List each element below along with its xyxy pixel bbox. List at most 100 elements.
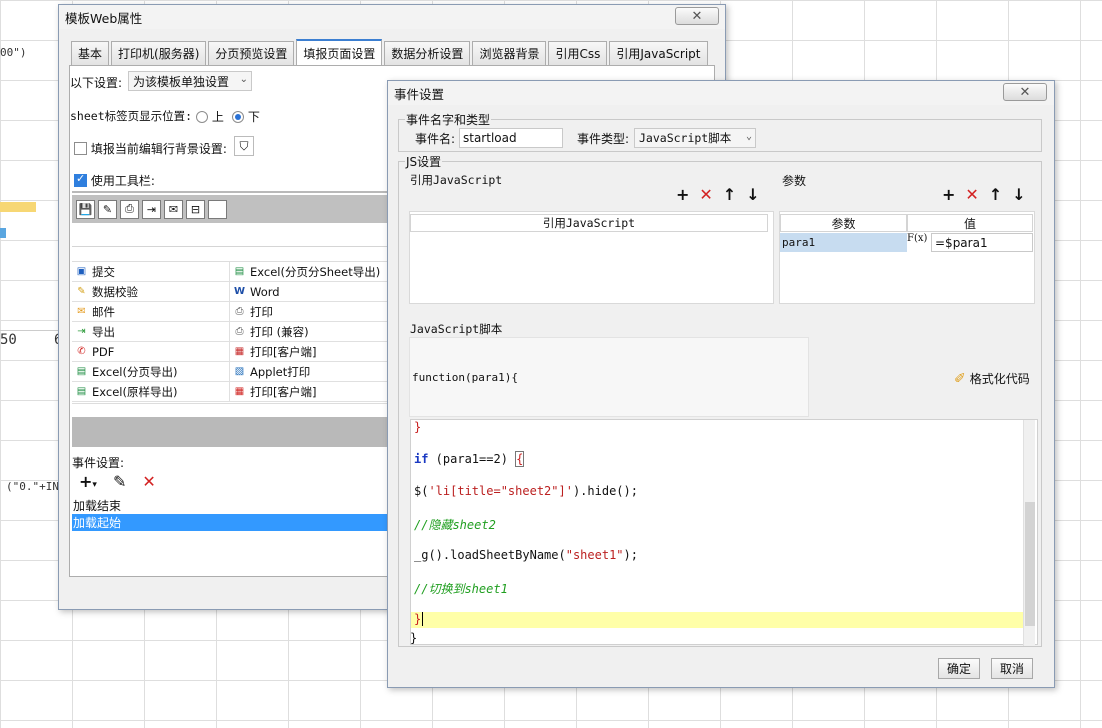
ref-js-header: 引用JavaScript	[410, 214, 768, 232]
tab-data-analysis[interactable]: 数据分析设置	[384, 41, 471, 65]
close-button[interactable]: ✕	[675, 7, 719, 25]
word-icon: W	[233, 286, 246, 297]
btn-applet-print[interactable]: ▧ Applet打印	[230, 362, 388, 381]
bg-cell-text: ("0."+IND	[6, 480, 66, 493]
add-icon[interactable]: +	[676, 187, 689, 203]
btn-excel-sheet[interactable]: ▤ Excel(分页分Sheet导出)	[230, 262, 388, 281]
event-toolbar: +▾ ✎ ✕	[79, 472, 156, 491]
radio-circle	[232, 111, 244, 123]
ok-button[interactable]: 确定	[938, 658, 980, 679]
chevron-down-icon: ⌄	[745, 131, 752, 142]
print-icon[interactable]: ⎙	[120, 199, 139, 219]
tab-basic[interactable]: 基本	[71, 41, 110, 65]
bg-chart-bar	[0, 228, 6, 238]
btn-pdf[interactable]: ✆ PDF	[72, 342, 230, 361]
bg-chart-bar	[0, 202, 36, 212]
btn-excel-original[interactable]: ▤ Excel(原样导出)	[72, 382, 230, 401]
code-line: //隐藏sheet2	[414, 518, 496, 532]
tab-ref-css[interactable]: 引用Css	[548, 41, 608, 65]
edit-icon[interactable]: ✎	[113, 472, 126, 491]
tab-page-preview[interactable]: 分页预览设置	[208, 41, 295, 65]
ref-js-label: 引用JavaScript	[410, 173, 503, 187]
event-type-value: JavaScript脚本	[639, 131, 732, 145]
radio-top[interactable]: 上	[196, 108, 224, 125]
tab-ref-js[interactable]: 引用JavaScript	[609, 41, 708, 65]
settings-select[interactable]: 为该模板单独设置 ⌄	[128, 71, 252, 91]
arrow-down-icon[interactable]: ↓	[746, 187, 759, 203]
event-type-select[interactable]: JavaScript脚本 ⌄	[634, 128, 756, 148]
export-icon[interactable]: ⇥	[142, 199, 161, 219]
event-type-label: 事件类型:	[577, 132, 630, 146]
radio-bottom[interactable]: 下	[232, 108, 260, 125]
btn-submit[interactable]: ▣ 提交	[72, 262, 230, 281]
btn-export[interactable]: ⇥ 导出	[72, 322, 230, 341]
pdf-print-icon: ▦	[234, 386, 245, 397]
use-toolbar-row[interactable]: 使用工具栏:	[74, 172, 155, 189]
arrow-down-icon[interactable]: ↓	[1012, 187, 1025, 203]
save-icon[interactable]: 💾	[76, 199, 95, 219]
arrow-up-icon[interactable]: ↑	[989, 187, 1002, 203]
event-name-value: startload	[463, 131, 517, 145]
paint-bucket-icon[interactable]: ⛉	[234, 136, 254, 156]
settings-label: 以下设置:	[70, 76, 123, 90]
btn-label: Excel(分页分Sheet导出)	[250, 264, 381, 279]
format-code-button[interactable]: ✐ 格式化代码	[954, 370, 1030, 387]
toolbar-button-row: ▤ Excel(分页导出) ▧ Applet打印	[72, 362, 388, 382]
scrollbar-thumb[interactable]	[1025, 502, 1035, 626]
tab-browser-bg[interactable]: 浏览器背景	[472, 41, 547, 65]
event-item-selected[interactable]: 加载起始	[72, 514, 388, 531]
delete-icon[interactable]: ✕	[699, 187, 712, 203]
btn-label: 打印	[250, 304, 273, 319]
radio-bottom-label: 下	[247, 110, 260, 124]
btn-print-compat[interactable]: ⎙ 打印 (兼容)	[230, 322, 388, 341]
btn-label: 导出	[92, 324, 115, 339]
formula-icon[interactable]: F(x)	[907, 233, 931, 252]
toolbar-blank-row	[72, 225, 388, 247]
btn-mail[interactable]: ✉ 邮件	[72, 302, 230, 321]
btn-word[interactable]: W Word	[230, 282, 388, 301]
params-actions: + ✕ ↑ ↓	[942, 187, 1026, 203]
toolbar-footer-band	[72, 417, 388, 447]
toolbar-button-row: ✆ PDF ▦ 打印[客户端]	[72, 342, 388, 362]
btn-print[interactable]: ⎙ 打印	[230, 302, 388, 321]
arrow-up-icon[interactable]: ↑	[723, 187, 736, 203]
btn-pdf-print-client[interactable]: ▦ 打印[客户端]	[230, 382, 388, 401]
delete-icon[interactable]: ✕	[965, 187, 978, 203]
btn-print-client[interactable]: ▦ 打印[客户端]	[230, 342, 388, 361]
row-bg-checkbox-row[interactable]: 填报当前编辑行背景设置:	[74, 140, 227, 157]
param-name-cell[interactable]: para1	[780, 233, 907, 252]
pencil-icon: ✎	[77, 286, 86, 297]
sheet-position-label: sheet标签页显示位置:	[70, 109, 193, 123]
validate-icon[interactable]: ✎	[98, 199, 117, 219]
blank-icon[interactable]	[208, 199, 227, 219]
close-button[interactable]: ✕	[1003, 83, 1047, 101]
code-editor[interactable]: } if (para1==2) { $('li[title="sheet2"]'…	[410, 419, 1038, 646]
layout-icon[interactable]: ⊟	[186, 199, 205, 219]
export-icon: ⇥	[77, 326, 86, 337]
tab-printer[interactable]: 打印机(服务器)	[111, 41, 207, 65]
group-title: JS设置	[405, 153, 443, 170]
event-item[interactable]: 加载结束	[72, 497, 388, 514]
btn-label: 打印[客户端]	[250, 384, 317, 399]
code-line: }	[414, 612, 424, 626]
param-value-input[interactable]: =$para1	[931, 233, 1033, 252]
add-icon[interactable]: +▾	[79, 472, 97, 491]
tab-fill-page[interactable]: 填报页面设置	[296, 39, 383, 65]
row-bg-checkbox[interactable]	[74, 142, 87, 155]
add-icon[interactable]: +	[942, 187, 955, 203]
btn-label: Word	[250, 284, 280, 299]
script-label: JavaScript脚本	[410, 322, 503, 336]
event-name-label: 事件名:	[415, 132, 456, 146]
btn-label: 打印 (兼容)	[250, 324, 309, 339]
event-name-input[interactable]: startload	[459, 128, 563, 148]
btn-excel-page[interactable]: ▤ Excel(分页导出)	[72, 362, 230, 381]
toolbar-preview: 💾 ✎ ⎙ ⇥ ✉ ⊟	[72, 195, 388, 223]
code-scrollbar[interactable]	[1023, 420, 1035, 646]
btn-verify[interactable]: ✎ 数据校验	[72, 282, 230, 301]
flash-print-icon: ▦	[234, 346, 245, 357]
cancel-button[interactable]: 取消	[991, 658, 1033, 679]
use-toolbar-checkbox[interactable]	[74, 172, 87, 187]
function-signature-box: function(para1){	[409, 337, 809, 417]
mail-icon[interactable]: ✉	[164, 199, 183, 219]
delete-icon[interactable]: ✕	[142, 472, 155, 491]
